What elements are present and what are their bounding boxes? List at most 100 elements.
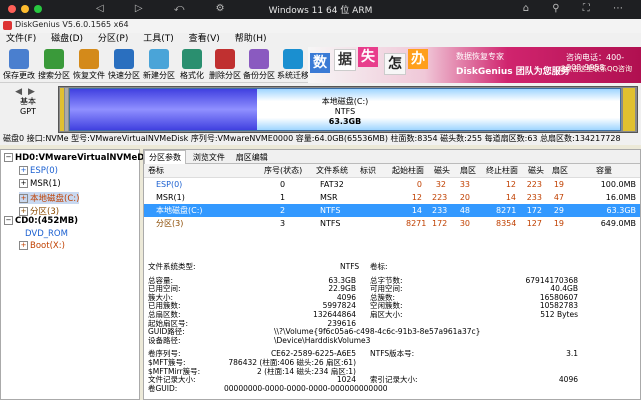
cell-fs: NTFS <box>320 219 341 228</box>
table-row[interactable]: 分区(3) 3 NTFS 8271 172 30 8354 127 19 649… <box>144 217 640 230</box>
banner-char: 办 <box>408 49 428 69</box>
info-key: NTFS版本号: <box>370 349 415 359</box>
banner-qq[interactable]: 或点击这里联系QQ咨询 <box>558 64 632 74</box>
expand-icon[interactable]: + <box>19 166 28 175</box>
disk-map-size: 63.3GB <box>328 117 362 126</box>
banner-char: 据 <box>334 49 356 71</box>
disk-tree: − HD0:VMwareVirtualNVMeDisk + ESP(0) + MSR(… <box>0 149 158 400</box>
menu-view[interactable]: 查看(V) <box>183 33 226 46</box>
backup-partition-button[interactable]: 备份分区 <box>241 48 277 82</box>
tree-part-esp[interactable]: + ESP(0) <box>19 166 58 176</box>
collapse-icon[interactable]: − <box>4 216 13 225</box>
table-row-selected[interactable]: 本地磁盘(C:) 2 NTFS 14 233 48 8271 172 29 63… <box>144 204 640 217</box>
tree-boot[interactable]: + Boot(X:) <box>19 241 65 251</box>
tab-partition-params[interactable]: 分区参数 <box>144 150 186 164</box>
tab-browse-files[interactable]: 浏览文件 <box>189 151 229 164</box>
tree-part-msr[interactable]: + MSR(1) <box>19 179 61 189</box>
recover-files-label: 恢复文件 <box>73 71 105 80</box>
cell-label: ESP(0) <box>156 180 183 189</box>
tab-sector-edit[interactable]: 扇区编辑 <box>232 151 272 164</box>
disk-nav-arrows[interactable]: ◀▶ <box>2 87 54 97</box>
quick-partition-label: 快速分区 <box>108 71 140 80</box>
format-button[interactable]: 格式化 <box>174 48 210 82</box>
delete-icon <box>215 49 235 69</box>
disk-map-c-partition[interactable]: 本地磁盘(C:) NTFS 63.3GB <box>69 88 621 131</box>
fs-info-row: 设备路径: \Device\HarddiskVolume3 <box>144 335 640 346</box>
cell-start-sector: 48 <box>459 206 470 215</box>
migration-icon <box>283 49 303 69</box>
menu-help[interactable]: 帮助(H) <box>229 33 273 46</box>
cell-index: 2 <box>280 206 286 215</box>
cell-end-cyl: 8354 <box>496 219 517 228</box>
delete-partition-button[interactable]: 删除分区 <box>207 48 243 82</box>
cell-end-sector: 19 <box>553 219 564 228</box>
disk-type-gpt: GPT <box>20 107 36 116</box>
banner-char: 怎 <box>384 53 406 75</box>
col-end-sector[interactable]: 扇区 <box>552 164 568 177</box>
tree-disk-hd0[interactable]: − HD0:VMwareVirtualNVMeDisk <box>4 153 158 163</box>
col-id[interactable]: 标识 <box>360 164 376 177</box>
save-icon <box>9 49 29 69</box>
col-index[interactable]: 序号(状态) <box>264 164 302 177</box>
disk-map-msr[interactable] <box>65 88 68 131</box>
search-partition-button[interactable]: 搜索分区 <box>36 48 72 82</box>
col-start-cyl[interactable]: 起始柱面 <box>392 164 424 177</box>
partition-table: 卷标 序号(状态) 文件系统 标识 起始柱面 磁头 扇区 终止柱面 磁头 扇区 … <box>144 164 640 230</box>
col-label[interactable]: 卷标 <box>148 164 164 177</box>
disk-info-bar: 磁盘0 接口:NVMe 型号:VMwareVirtualNVMeDisk 序列号… <box>0 133 641 145</box>
system-migration-button[interactable]: 系统迁移 <box>275 48 311 82</box>
col-fs[interactable]: 文件系统 <box>316 164 348 177</box>
fs-type-label: 文件系统类型: <box>148 262 196 271</box>
disk-map-label: 本地磁盘(C:) <box>321 97 369 106</box>
info-value: 4096 <box>558 375 578 385</box>
disk-map-esp[interactable] <box>60 88 64 131</box>
menu-partition[interactable]: 分区(P) <box>92 33 134 46</box>
device-path-value: \Device\HarddiskVolume3 <box>274 335 371 345</box>
table-row[interactable]: ESP(0) 0 FAT32 0 32 33 12 223 19 100.0MB <box>144 178 640 191</box>
cell-start-cyl: 12 <box>411 193 422 202</box>
cell-end-sector: 47 <box>553 193 564 202</box>
quick-partition-icon <box>114 49 134 69</box>
ad-banner[interactable]: 数 据 失 怎 办 数据恢复专家 DiskGenius 团队为您服务 咨询电话：… <box>308 47 641 83</box>
quick-partition-button[interactable]: 快速分区 <box>106 48 142 82</box>
col-end-cyl[interactable]: 终止柱面 <box>486 164 518 177</box>
cell-fs: FAT32 <box>320 180 344 189</box>
tree-cd0[interactable]: − CD0:(452MB) <box>4 216 78 226</box>
cell-end-sector: 19 <box>553 180 564 189</box>
tree-dvd-rom[interactable]: DVD_ROM <box>25 229 68 239</box>
fs-info-row: GUID路径: \\?\Volume{9f6c05a6-c498-4c6c-91… <box>144 328 640 337</box>
menu-tools[interactable]: 工具(T) <box>137 33 180 46</box>
fs-info-row: 总扇区数: 132644864 扇区大小: 512 Bytes <box>144 310 640 320</box>
recover-files-button[interactable]: 恢复文件 <box>71 48 107 82</box>
search-icon <box>44 49 64 69</box>
cell-label: 分区(3) <box>156 219 184 228</box>
disk-nav: ◀▶ 基本 GPT <box>2 87 54 131</box>
new-partition-button[interactable]: 新建分区 <box>141 48 177 82</box>
table-row[interactable]: MSR(1) 1 MSR 12 223 20 14 233 47 16.0MB <box>144 191 640 204</box>
col-start-head[interactable]: 磁头 <box>434 164 450 177</box>
fs-info-row: $MFT簇号: 786432 (柱面:406 磁头:26 扇区:61) <box>144 358 640 368</box>
delete-partition-label: 删除分区 <box>209 71 241 80</box>
save-changes-button[interactable]: 保存更改 <box>1 48 37 82</box>
col-start-sector[interactable]: 扇区 <box>460 164 476 177</box>
info-key: 卷GUID: <box>148 383 178 393</box>
menu-disk[interactable]: 磁盘(D) <box>45 33 89 46</box>
cell-end-head: 127 <box>526 219 542 228</box>
cell-end-sector: 29 <box>553 206 564 215</box>
fs-info-row: 文件系统类型: NTFS 卷标: <box>144 262 640 272</box>
banner-char: 失 <box>358 47 378 67</box>
collapse-icon[interactable]: − <box>4 153 13 162</box>
disk-map-partition3[interactable] <box>623 88 635 131</box>
disk-map-bar[interactable]: 本地磁盘(C:) NTFS 63.3GB <box>58 86 638 133</box>
menu-file[interactable]: 文件(F) <box>0 33 42 46</box>
fs-type-value: NTFS <box>340 262 360 271</box>
expand-icon[interactable]: + <box>19 207 28 216</box>
cell-capacity: 649.0MB <box>600 219 636 228</box>
col-end-head[interactable]: 磁头 <box>528 164 544 177</box>
expand-icon[interactable]: + <box>19 241 28 250</box>
vm-right-icons[interactable]: ⌂ ⚲ ⛶ ⋯ <box>523 3 633 14</box>
expand-icon[interactable]: + <box>19 179 28 188</box>
tree-part-c[interactable]: + 本地磁盘(C:) <box>19 192 80 204</box>
col-capacity[interactable]: 容量 <box>596 164 612 177</box>
expand-icon[interactable]: + <box>19 194 28 203</box>
